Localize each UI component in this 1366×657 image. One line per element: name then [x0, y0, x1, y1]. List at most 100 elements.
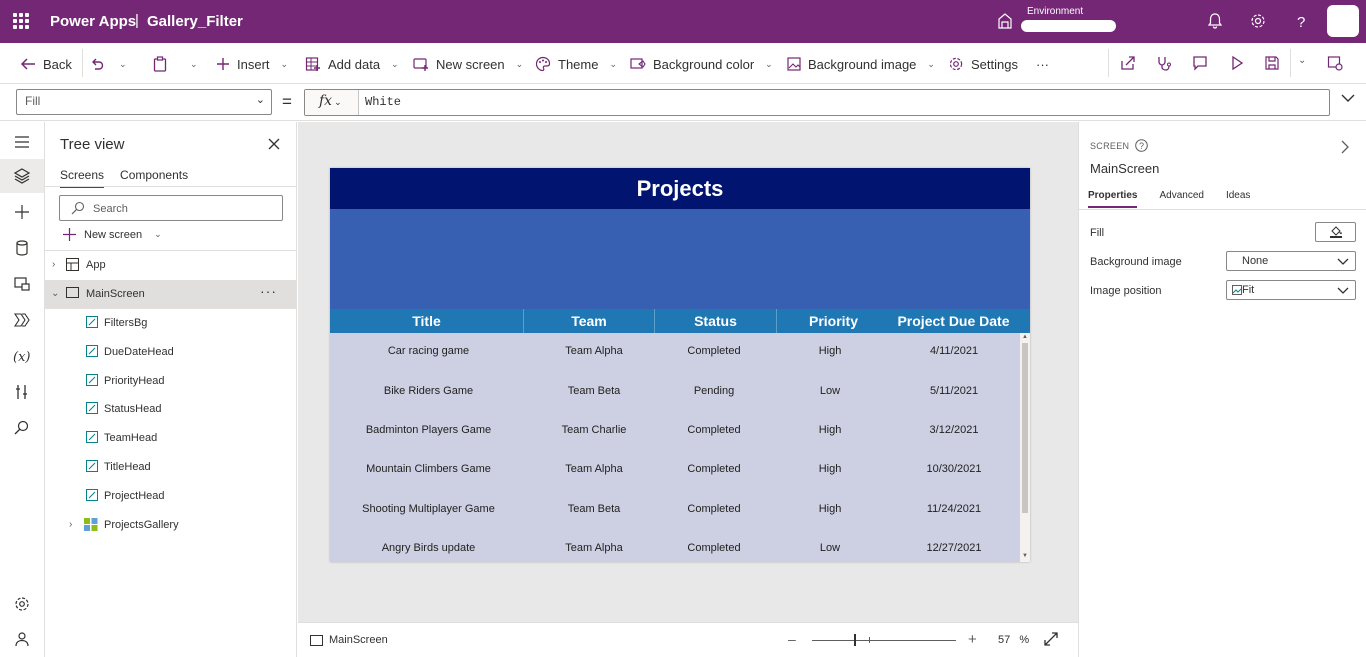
status-head[interactable]: Status [655, 313, 776, 329]
chevron-down-icon[interactable]: ⌄ [51, 288, 59, 299]
background-color-button[interactable]: Background color ⌄ [630, 54, 773, 74]
tree-node-teamhead[interactable]: TeamHead [45, 424, 296, 453]
tree-view-layers-icon[interactable] [13, 167, 31, 185]
chevron-right-icon[interactable]: › [69, 519, 72, 530]
scroll-up-icon[interactable]: ▲ [1022, 334, 1028, 340]
tree-node-titlehead[interactable]: TitleHead [45, 453, 296, 482]
data-cylinder-icon[interactable] [13, 239, 31, 257]
formula-value[interactable]: White [365, 95, 401, 109]
gallery-row[interactable]: Badminton Players Game Team Charlie Comp… [330, 412, 1020, 451]
share-icon[interactable] [1120, 55, 1136, 71]
formula-input[interactable]: fx ⌄ White [304, 89, 1330, 116]
save-icon[interactable] [1264, 55, 1280, 71]
zoom-out-button[interactable]: – [788, 631, 796, 647]
zoom-in-button[interactable]: + [968, 631, 977, 648]
fit-to-window-icon[interactable] [1044, 632, 1058, 646]
fill-color-picker[interactable] [1315, 222, 1356, 242]
document-name[interactable]: Gallery_Filter [147, 13, 243, 30]
gallery-row[interactable]: Car racing game Team Alpha Completed Hig… [330, 333, 1020, 372]
background-image-button[interactable]: Background image ⌄ [787, 54, 935, 74]
tree-node-app[interactable]: › App [45, 251, 296, 280]
virtual-agent-icon[interactable] [13, 630, 31, 648]
avatar[interactable] [1327, 5, 1359, 37]
gallery-row[interactable]: Angry Birds update Team Alpha Completed … [330, 530, 1020, 562]
background-image-dropdown[interactable]: None [1226, 251, 1356, 271]
tab-properties[interactable]: Properties [1088, 190, 1138, 208]
tree-node-priorityhead[interactable]: PriorityHead [45, 367, 296, 396]
gallery-row[interactable]: Shooting Multiplayer Game Team Beta Comp… [330, 491, 1020, 530]
more-options-icon[interactable]: ··· [260, 283, 277, 299]
back-button[interactable]: Back [20, 54, 72, 74]
chevron-right-icon[interactable]: › [52, 259, 55, 270]
help-icon[interactable]: ? [1292, 12, 1310, 30]
comments-icon[interactable] [1192, 55, 1208, 71]
bell-icon[interactable] [1206, 12, 1224, 30]
environment-icon[interactable] [997, 13, 1013, 29]
tab-advanced[interactable]: Advanced [1159, 190, 1203, 208]
undo-dropdown-icon[interactable]: ⌄ [119, 59, 127, 70]
tree-node-mainscreen[interactable]: ⌄ MainScreen ··· [45, 280, 296, 309]
paste-button[interactable] [153, 54, 167, 74]
app-checker-icon[interactable] [1156, 55, 1172, 71]
tab-components[interactable]: Components [120, 168, 188, 188]
divider [1108, 49, 1109, 77]
environment-selector[interactable] [1021, 20, 1116, 32]
save-dropdown-icon[interactable]: ⌄ [1298, 55, 1306, 66]
filters-bg[interactable] [330, 209, 1030, 309]
undo-button[interactable]: ⌄ [90, 54, 127, 74]
advanced-tools-icon[interactable] [13, 383, 31, 401]
due-date-head[interactable]: Project Due Date [890, 313, 1017, 329]
command-bar: Back ⌄ ⌄ Insert ⌄ Add data ⌄ New screen … [0, 43, 1366, 84]
tree-node-projectsgallery[interactable]: › ProjectsGallery [45, 511, 296, 540]
search-icon[interactable] [13, 419, 31, 437]
title-head[interactable]: Title [330, 313, 523, 329]
tab-screens[interactable]: Screens [60, 168, 105, 188]
expand-formula-icon[interactable] [1340, 92, 1356, 104]
settings-gear-icon[interactable] [13, 595, 31, 613]
play-icon[interactable] [1229, 55, 1245, 71]
settings-button[interactable]: Settings [948, 54, 1018, 74]
gallery-row[interactable]: Bike Riders Game Team Beta Pending Low 5… [330, 373, 1020, 412]
add-data-button[interactable]: Add data ⌄ [305, 54, 399, 74]
screen-selector[interactable]: MainScreen [310, 634, 388, 646]
projects-gallery[interactable]: Car racing game Team Alpha Completed Hig… [330, 333, 1030, 562]
team-head[interactable]: Team [524, 313, 654, 329]
design-canvas[interactable]: Projects Title Team Status Priority Proj… [298, 122, 1078, 622]
more-commands-button[interactable]: ··· [1036, 54, 1049, 74]
waffle-icon[interactable] [13, 13, 29, 29]
media-icon[interactable] [13, 275, 31, 293]
tab-ideas[interactable]: Ideas [1226, 190, 1250, 208]
tree-node-filtersbg[interactable]: FiltersBg [45, 309, 296, 338]
new-screen-button[interactable]: New screen ⌄ [413, 54, 523, 74]
paste-dropdown[interactable]: ⌄ [186, 54, 198, 74]
gear-icon[interactable] [1249, 12, 1267, 30]
tree-search-input[interactable]: Search [59, 195, 283, 221]
scroll-thumb[interactable] [1022, 343, 1028, 513]
publish-icon[interactable] [1327, 55, 1343, 71]
project-head[interactable]: Projects [330, 168, 1030, 209]
close-icon[interactable] [268, 138, 280, 150]
chevron-right-icon[interactable] [1341, 140, 1350, 154]
power-automate-icon[interactable] [13, 311, 31, 329]
gallery-row[interactable]: Mountain Climbers Game Team Alpha Comple… [330, 451, 1020, 490]
zoom-slider-handle[interactable] [854, 634, 856, 646]
tree-node-duedatehead[interactable]: DueDateHead [45, 338, 296, 367]
theme-button[interactable]: Theme ⌄ [535, 54, 617, 74]
app-name[interactable]: Power Apps [50, 13, 136, 30]
insert-plus-icon[interactable] [13, 203, 31, 221]
scroll-down-icon[interactable]: ▼ [1022, 553, 1028, 559]
tree-node-statushead[interactable]: StatusHead [45, 395, 296, 424]
main-screen-preview[interactable]: Projects Title Team Status Priority Proj… [330, 168, 1030, 562]
fx-button[interactable]: fx ⌄ [305, 90, 359, 115]
help-circle-icon[interactable]: ? [1135, 139, 1149, 152]
tree-node-projecthead[interactable]: ProjectHead [45, 482, 296, 511]
insert-button[interactable]: Insert ⌄ [216, 54, 288, 74]
image-position-dropdown[interactable]: Fit [1226, 280, 1356, 300]
variables-icon[interactable]: (x) [13, 347, 31, 365]
property-selector[interactable]: Fill ⌄ [16, 89, 272, 115]
hamburger-icon[interactable] [13, 133, 31, 151]
priority-head[interactable]: Priority [777, 313, 890, 329]
gallery-scrollbar[interactable]: ▲ ▼ [1020, 333, 1030, 562]
new-screen-link[interactable]: New screen ⌄ [63, 228, 162, 241]
zoom-slider[interactable] [812, 640, 956, 641]
